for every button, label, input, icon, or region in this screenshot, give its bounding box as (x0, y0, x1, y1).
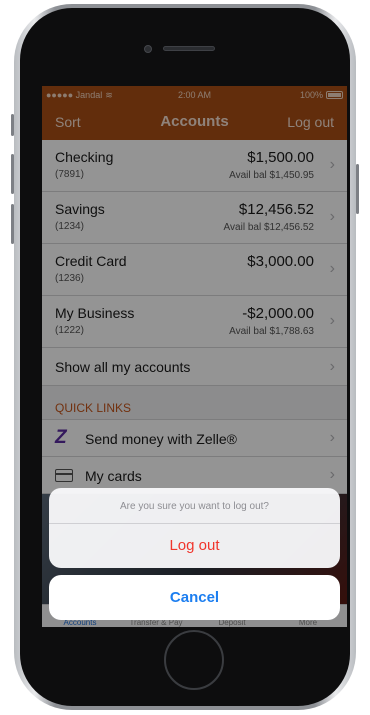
confirm-logout-button[interactable]: Log out (49, 524, 340, 568)
action-sheet: Are you sure you want to log out? Log ou… (49, 488, 340, 568)
action-sheet-message: Are you sure you want to log out? (49, 488, 340, 524)
front-camera (144, 45, 152, 53)
earpiece-speaker (163, 46, 215, 51)
power-button (356, 164, 359, 214)
volume-up-button (11, 154, 14, 194)
volume-down-button (11, 204, 14, 244)
screen: ●●●●● Jandal ≋ 2:00 AM 100% Sort Accounts… (42, 86, 347, 627)
home-button[interactable] (164, 630, 224, 690)
cancel-button[interactable]: Cancel (49, 575, 340, 620)
mute-switch (11, 114, 14, 136)
